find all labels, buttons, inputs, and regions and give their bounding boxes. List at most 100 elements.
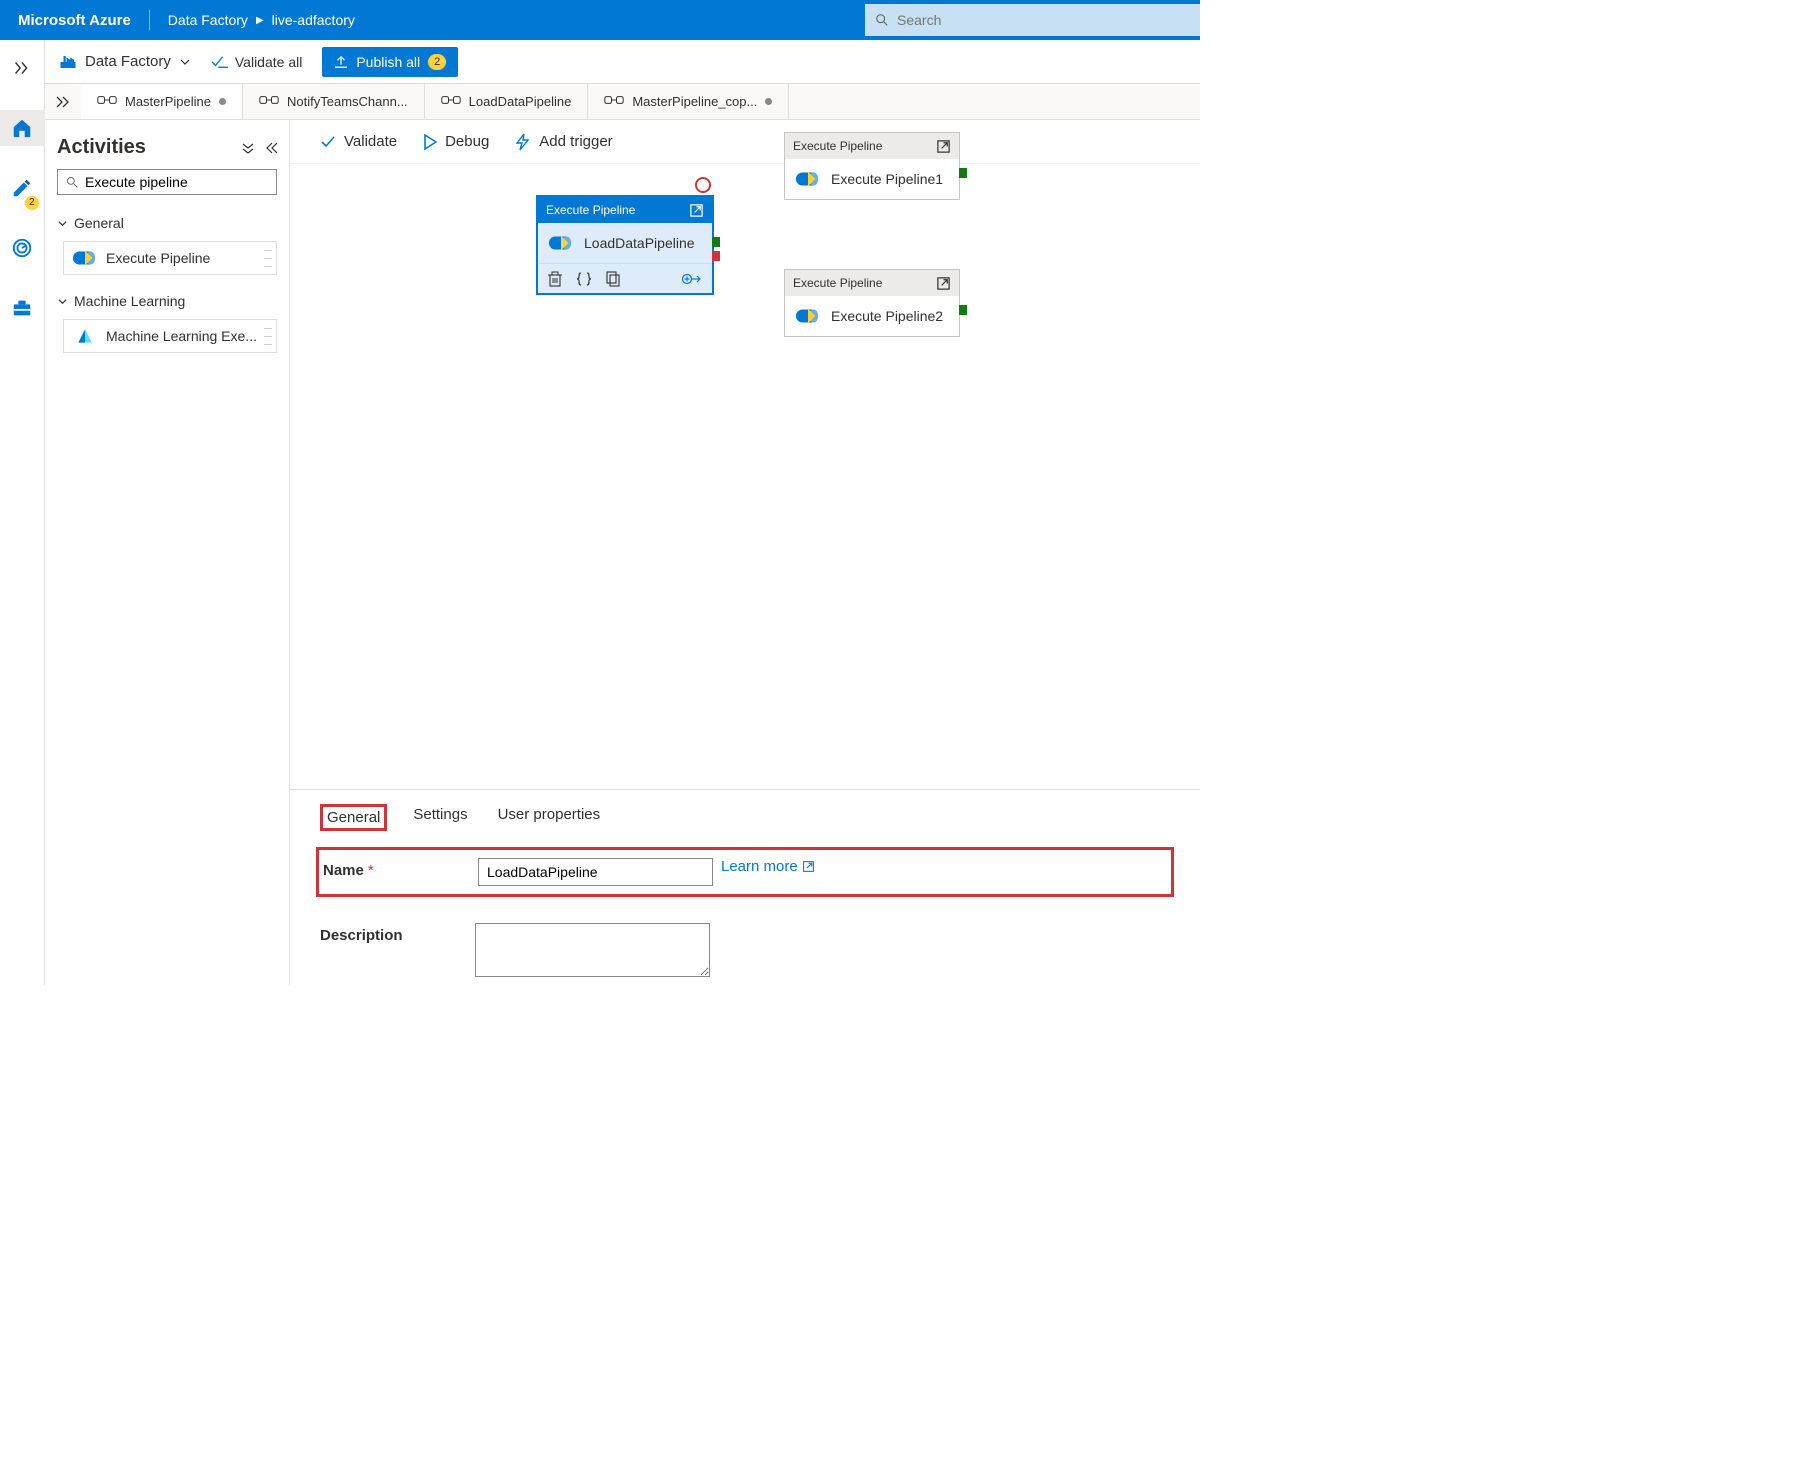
chevron-down-icon [57,296,68,307]
activity-execute-pipeline[interactable]: Execute Pipeline [63,241,277,275]
group-general[interactable]: General [57,209,277,237]
name-input[interactable] [478,858,713,886]
validate-button[interactable]: Validate [320,133,397,150]
node-type: Execute Pipeline [793,276,882,290]
divider [149,10,150,30]
chevron-down-icon [57,218,68,229]
execute-pipeline-icon [72,248,98,268]
pending-badge: 2 [25,196,39,210]
upload-icon [334,55,348,69]
search-icon [875,13,889,27]
dirty-indicator [219,98,226,105]
prop-tab-user-properties[interactable]: User properties [494,804,605,831]
rail-home[interactable] [0,110,45,146]
open-external-icon[interactable] [936,139,951,154]
chevron-right-icon: ▶ [256,15,264,26]
pipeline-canvas[interactable]: Execute Pipeline LoadDataPipeline [290,164,1200,789]
drag-grip-icon [264,246,272,270]
open-external-icon[interactable] [689,203,704,218]
chevron-double-right-icon [11,57,33,79]
execute-pipeline-icon [548,233,574,253]
rail-monitor[interactable] [0,230,45,266]
factory-icon [59,53,77,71]
breadcrumb-resource[interactable]: live-adfactory [272,12,355,28]
rail-author[interactable]: 2 [0,170,45,206]
execute-pipeline-icon [795,169,821,189]
toolbox-icon [11,297,33,319]
node-title: LoadDataPipeline [584,235,695,251]
execute-pipeline-icon [795,306,821,326]
success-port[interactable] [712,237,720,247]
copy-icon[interactable] [606,271,620,287]
open-tabs: MasterPipeline NotifyTeamsChann... LoadD… [45,84,1200,120]
node-type: Execute Pipeline [793,139,882,153]
search-icon [66,176,79,189]
failure-port[interactable] [712,251,720,261]
activity-ml-execute[interactable]: Machine Learning Exe... [63,319,277,353]
rail-manage[interactable] [0,290,45,326]
open-external-icon [802,860,815,873]
rail-expand[interactable] [0,50,45,86]
node-type: Execute Pipeline [546,203,635,217]
publish-all-button[interactable]: Publish all 2 [322,47,458,77]
pipeline-icon [259,93,279,110]
prop-tab-settings[interactable]: Settings [409,804,471,831]
activities-search[interactable] [57,169,277,195]
breakpoint-icon[interactable] [695,177,711,193]
azure-header: Microsoft Azure Data Factory ▶ live-adfa… [0,0,1200,40]
home-icon [11,117,33,139]
node-execute-pipeline1[interactable]: Execute Pipeline Execute Pipeline1 [784,132,960,200]
search-input[interactable] [897,12,1190,28]
success-port[interactable] [959,168,967,178]
node-loaddatapipeline[interactable]: Execute Pipeline LoadDataPipeline [536,195,714,295]
azure-logo: Microsoft Azure [18,12,131,29]
debug-button[interactable]: Debug [423,133,489,150]
ml-icon [72,326,98,346]
pipeline-icon [97,93,117,110]
learn-more-link[interactable]: Learn more [721,858,815,875]
validate-all-icon [211,55,229,69]
code-braces-icon[interactable] [576,272,592,286]
factory-label: Data Factory [85,53,171,70]
properties-pane: General Settings User properties Name* L… [290,789,1200,985]
tabs-expand[interactable] [45,84,81,119]
description-label: Description [320,923,475,944]
gauge-icon [11,237,33,259]
activities-title: Activities [57,136,146,159]
node-title: Execute Pipeline1 [831,171,943,187]
factory-toolbar: Data Factory Validate all Publish all 2 [45,40,1200,84]
breadcrumb-service[interactable]: Data Factory [168,12,248,28]
left-rail: 2 [0,40,45,985]
node-title: Execute Pipeline2 [831,308,943,324]
canvas-toolbar: Validate Debug Add trigger [290,120,1200,164]
factory-dropdown[interactable]: Data Factory [59,53,191,71]
collapse-all-icon[interactable] [241,141,255,155]
add-trigger-button[interactable]: Add trigger [515,133,612,151]
dirty-indicator [765,98,772,105]
checkmark-icon [320,135,336,149]
chevron-double-right-icon [55,96,71,108]
tab-masterpipeline-copy[interactable]: MasterPipeline_cop... [588,84,789,119]
validate-all-button[interactable]: Validate all [211,54,302,70]
tab-notifyteams[interactable]: NotifyTeamsChann... [243,84,425,119]
add-output-icon[interactable] [682,272,702,286]
group-ml[interactable]: Machine Learning [57,287,277,315]
delete-icon[interactable] [548,271,562,287]
description-input[interactable] [475,923,710,977]
activities-search-input[interactable] [85,174,268,190]
tab-loaddata[interactable]: LoadDataPipeline [425,84,589,119]
drag-grip-icon [264,324,272,348]
node-execute-pipeline2[interactable]: Execute Pipeline Execute Pipeline2 [784,269,960,337]
activities-panel: Activities General Execute Pipeli [45,120,290,985]
prop-tab-general[interactable]: General [320,804,387,831]
open-external-icon[interactable] [936,276,951,291]
tab-masterpipeline[interactable]: MasterPipeline [81,84,243,119]
pipeline-icon [441,93,461,110]
global-search[interactable] [865,4,1200,36]
name-label: Name* [323,858,478,879]
pipeline-icon [604,93,624,110]
success-port[interactable] [959,305,967,315]
lightning-icon [515,133,531,151]
chevron-down-icon [179,56,191,68]
panel-collapse-icon[interactable] [263,141,277,155]
